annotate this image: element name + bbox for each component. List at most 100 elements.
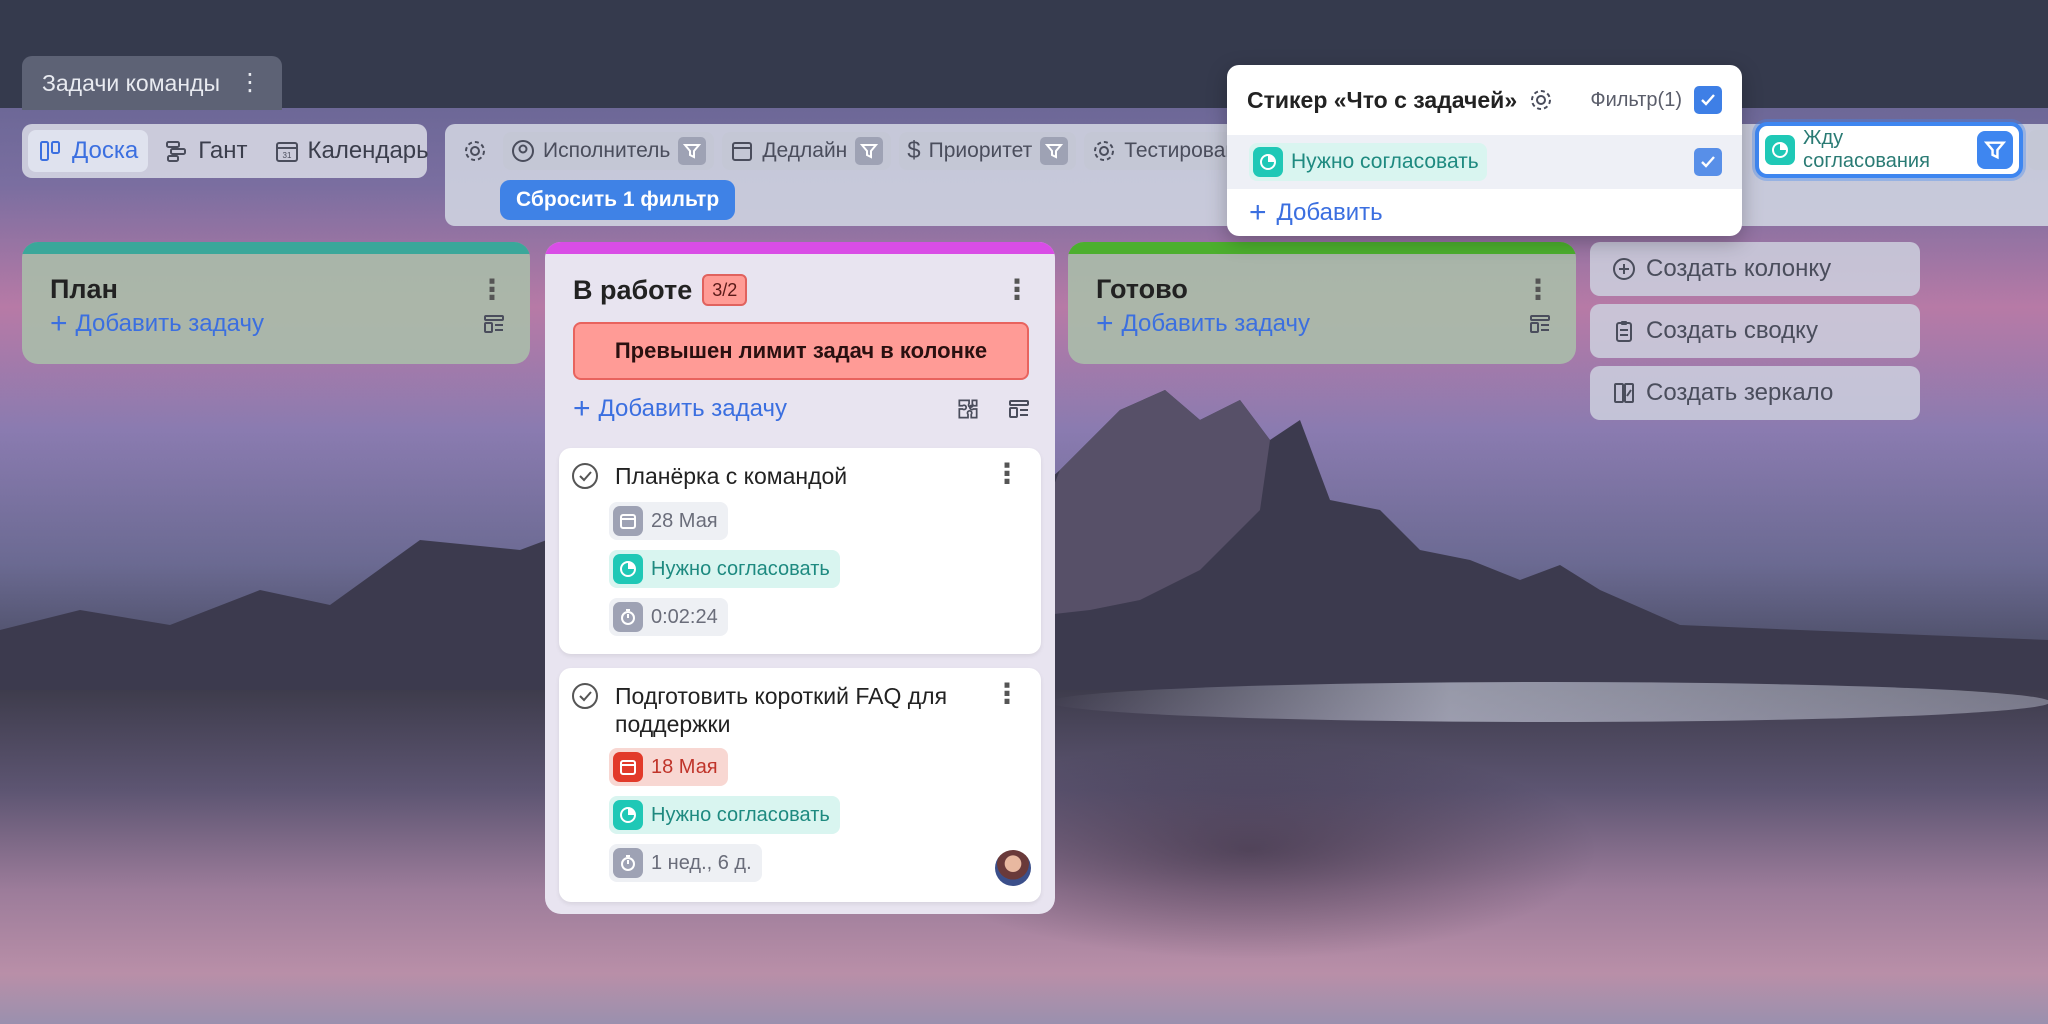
due-date-label: 28 Мая (651, 509, 718, 532)
filter-settings-button[interactable] (455, 132, 495, 170)
calendar-icon (732, 142, 753, 161)
option-checkbox[interactable] (1694, 148, 1722, 176)
task-title: Подготовить короткий FAQ для поддержки (615, 683, 948, 737)
sticker-icon (613, 800, 643, 830)
view-board-label: Доска (72, 137, 139, 164)
task-card[interactable]: Планёрка с командой ⋮ 28 Мая Нужно согла… (559, 448, 1041, 654)
popup-filter-label: Фильтр(1) (1590, 88, 1682, 111)
plus-icon: + (1096, 307, 1114, 340)
create-summary-label: Создать сводку (1646, 317, 1818, 344)
plus-icon: + (573, 392, 591, 425)
sticker-option[interactable]: Нужно согласовать (1227, 135, 1742, 189)
create-column-button[interactable]: Создать колонку (1590, 242, 1920, 296)
due-date-tag[interactable]: 18 Мая (609, 748, 728, 786)
sticker-icon (1253, 147, 1283, 177)
column-in-progress: В работе 3/2 ⋮ Превышен лимит задач в коло… (545, 242, 1055, 914)
funnel-icon[interactable] (1040, 137, 1069, 165)
more-icon[interactable]: ⋮ (1003, 276, 1031, 304)
due-date-tag[interactable]: 28 Мая (609, 502, 728, 540)
add-sticker-button[interactable]: + Добавить (1227, 189, 1742, 236)
gear-icon (1094, 141, 1115, 161)
template-icon[interactable] (1007, 397, 1031, 421)
add-task-button[interactable]: + Добавить задачу (22, 305, 530, 339)
gear-icon[interactable] (1529, 88, 1553, 112)
surf-background (1050, 682, 2048, 722)
template-icon[interactable] (482, 312, 506, 336)
funnel-icon[interactable] (678, 137, 707, 165)
board-tab-label: Задачи команды (42, 69, 220, 96)
create-column-label: Создать колонку (1646, 255, 1832, 282)
create-mirror-button[interactable]: Создать зеркало (1590, 366, 1920, 420)
add-task-label: Добавить задачу (75, 310, 264, 337)
sticker-option-label: Нужно согласовать (1291, 150, 1479, 173)
template-icon[interactable] (1528, 312, 1552, 336)
clipboard-icon (1616, 321, 1632, 342)
column-color-bar (545, 242, 1055, 254)
timer-tag[interactable]: 0:02:24 (609, 598, 728, 636)
column-title: Готово (1096, 274, 1188, 304)
more-icon[interactable]: ⋮ (478, 275, 506, 304)
sticker-icon (1765, 135, 1795, 165)
column-plan: План ⋮ + Добавить задачу (22, 242, 530, 364)
sticker-tag[interactable]: Нужно согласовать (609, 796, 840, 834)
filter-priority-label: Приоритет (928, 139, 1033, 162)
add-task-button[interactable]: + Добавить задачу (1068, 305, 1576, 339)
plus-icon: + (50, 307, 68, 340)
active-sticker-filter[interactable]: Жду согласования (1755, 122, 2023, 178)
sticker-tag[interactable]: Нужно согласовать (609, 550, 840, 588)
gear-icon (465, 141, 485, 161)
stopwatch-icon (613, 848, 643, 878)
plus-icon: + (1249, 196, 1267, 229)
calendar-icon (613, 506, 643, 536)
sticker-filter-popup: Стикер «Что с задачей» Фильтр(1) Нужно с… (1227, 65, 1742, 236)
funnel-icon[interactable] (855, 137, 884, 165)
more-icon[interactable]: ⋮ (993, 680, 1021, 708)
funnel-icon[interactable] (1976, 131, 2013, 169)
plus-circle-icon (1613, 258, 1635, 280)
more-icon[interactable]: ⋮ (993, 460, 1021, 488)
board-tab[interactable]: Задачи команды ⋮ (22, 56, 282, 110)
svg-text:31: 31 (282, 151, 291, 160)
scroll-right-button[interactable] (2028, 130, 2048, 170)
view-calendar-label: Календарь (307, 137, 429, 164)
puzzle-icon[interactable] (955, 396, 981, 422)
filter-assignee-label: Исполнитель (543, 139, 671, 162)
dollar-icon: $ (907, 137, 921, 164)
gantt-icon (166, 141, 187, 162)
column-title: План (50, 274, 118, 304)
filter-checkbox[interactable] (1694, 86, 1722, 114)
filter-deadline-label: Дедлайн (762, 139, 848, 162)
limit-warning: Превышен лимит задач в колонке (573, 322, 1029, 380)
more-icon[interactable]: ⋮ (1524, 275, 1552, 304)
view-board[interactable]: Доска (28, 130, 149, 172)
check-circle-icon[interactable] (571, 682, 599, 710)
filter-deadline[interactable]: Дедлайн (722, 132, 892, 170)
mirror-icon (1614, 383, 1634, 403)
view-gantt[interactable]: Гант (154, 130, 257, 172)
active-sticker-label: Жду согласования (1803, 127, 1930, 172)
create-summary-button[interactable]: Создать сводку (1590, 304, 1920, 358)
more-icon[interactable]: ⋮ (238, 71, 262, 95)
add-task-label: Добавить задачу (1121, 310, 1310, 337)
column-color-bar (22, 242, 530, 254)
task-card[interactable]: Подготовить короткий FAQ для поддержки ⋮… (559, 668, 1041, 902)
due-date-label: 18 Мая (651, 755, 718, 778)
user-icon (512, 140, 534, 162)
check-circle-icon[interactable] (571, 462, 599, 490)
avatar[interactable] (995, 850, 1031, 886)
filter-priority[interactable]: $ Приоритет (899, 132, 1077, 170)
calendar-icon (613, 752, 643, 782)
create-mirror-label: Создать зеркало (1646, 379, 1834, 406)
sticker-icon (613, 554, 643, 584)
add-task-label: Добавить задачу (598, 395, 787, 422)
limit-badge: 3/2 (702, 274, 748, 306)
timer-tag[interactable]: 1 нед., 6 д. (609, 844, 762, 882)
view-gantt-label: Гант (198, 137, 248, 164)
column-done: Готово ⋮ + Добавить задачу (1068, 242, 1576, 364)
filter-assignee[interactable]: Исполнитель (503, 132, 715, 170)
add-task-button[interactable]: + Добавить задачу (545, 380, 1055, 424)
reset-filter-button[interactable]: Сбросить 1 фильтр (500, 180, 736, 220)
view-calendar[interactable]: 31 Календарь (264, 130, 439, 172)
view-switcher: Доска Гант 31 Календарь (22, 124, 429, 178)
sticker-option-chip: Нужно согласовать (1249, 143, 1487, 181)
